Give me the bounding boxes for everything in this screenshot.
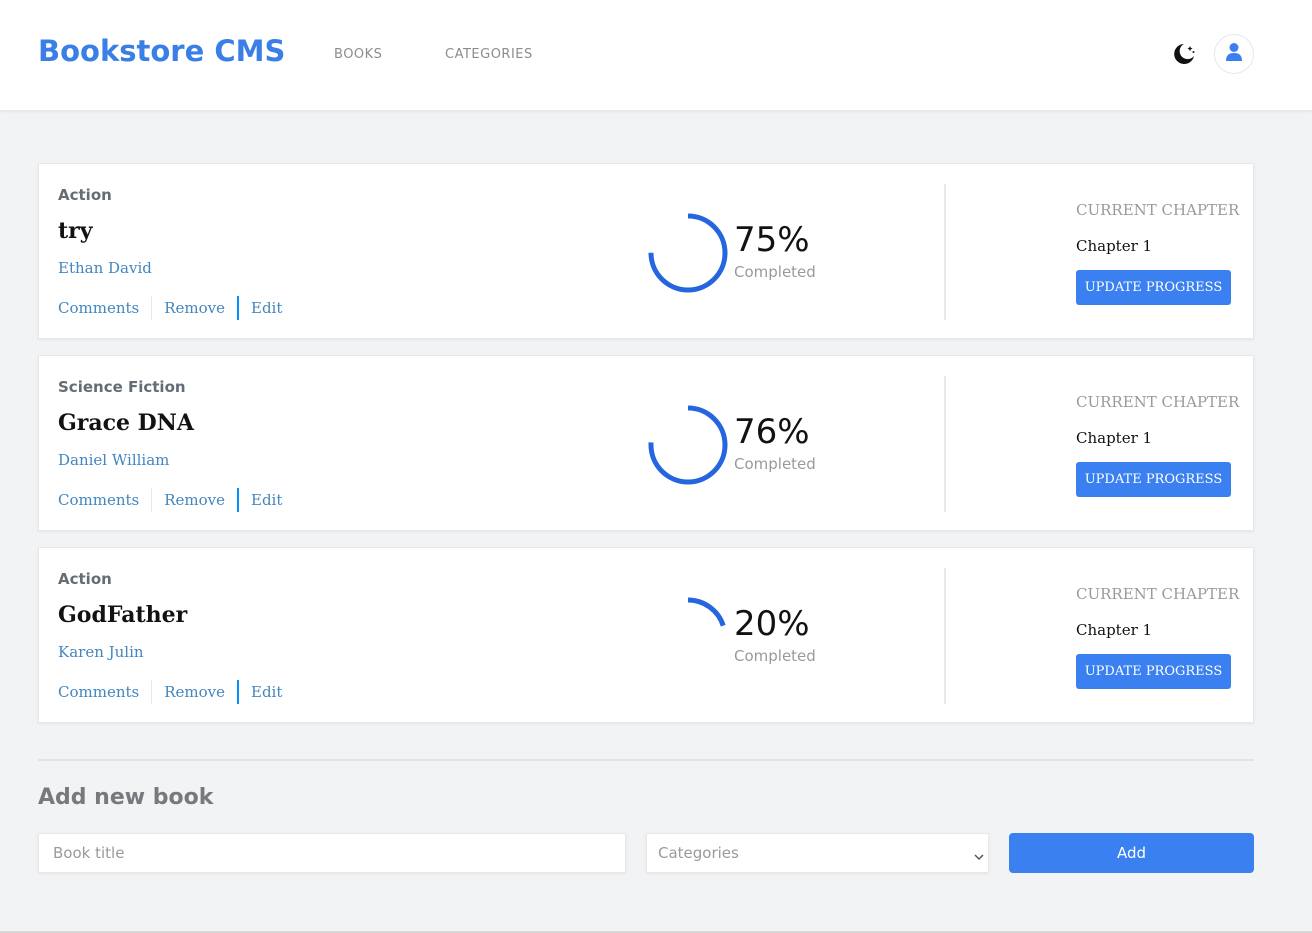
book-actions: Comments Remove Edit [58, 680, 282, 704]
book-actions: Comments Remove Edit [58, 488, 282, 512]
book-genre: Action [58, 570, 112, 588]
current-chapter-value: Chapter 1 [1076, 429, 1153, 447]
section-divider [38, 759, 1254, 761]
vertical-divider [944, 376, 946, 512]
completed-label: Completed [734, 263, 816, 281]
divider [237, 680, 239, 704]
add-book-button[interactable]: Add [1009, 833, 1254, 873]
nav-books[interactable]: BOOKS [334, 47, 382, 62]
edit-button[interactable]: Edit [251, 680, 282, 704]
progress-ring [648, 405, 728, 485]
book-genre: Action [58, 186, 112, 204]
book-author[interactable]: Ethan David [58, 259, 152, 277]
comments-button[interactable]: Comments [58, 680, 139, 704]
category-select-value: Categories [658, 844, 739, 862]
book-title: GodFather [58, 602, 188, 628]
chevron-down-icon [974, 848, 984, 861]
progress-ring [648, 597, 728, 677]
book-card: Action GodFather Karen Julin Comments Re… [38, 547, 1254, 723]
nav-categories[interactable]: CATEGORIES [445, 47, 533, 62]
current-chapter-label: CURRENT CHAPTER [1076, 201, 1240, 219]
current-chapter-label: CURRENT CHAPTER [1076, 393, 1240, 411]
progress-percent: 76% [734, 412, 810, 452]
update-progress-button[interactable]: UPDATE PROGRESS [1076, 270, 1231, 305]
divider [237, 296, 239, 320]
comments-button[interactable]: Comments [58, 296, 139, 320]
page: Bookstore CMS BOOKS CATEGORIES Action tr… [0, 0, 1312, 933]
divider [151, 680, 153, 704]
user-avatar-button[interactable] [1214, 34, 1254, 74]
book-card: Science Fiction Grace DNA Daniel William… [38, 355, 1254, 531]
book-genre: Science Fiction [58, 378, 186, 396]
current-chapter-label: CURRENT CHAPTER [1076, 585, 1240, 603]
brand-logo[interactable]: Bookstore CMS [38, 34, 285, 68]
completed-label: Completed [734, 455, 816, 473]
moon-stars-icon[interactable] [1170, 40, 1198, 68]
progress-ring [648, 213, 728, 293]
progress-percent: 75% [734, 220, 810, 260]
completed-label: Completed [734, 647, 816, 665]
book-title: Grace DNA [58, 410, 194, 436]
vertical-divider [944, 184, 946, 320]
divider [237, 488, 239, 512]
update-progress-button[interactable]: UPDATE PROGRESS [1076, 654, 1231, 689]
remove-button[interactable]: Remove [164, 296, 225, 320]
remove-button[interactable]: Remove [164, 488, 225, 512]
current-chapter-value: Chapter 1 [1076, 621, 1153, 639]
comments-button[interactable]: Comments [58, 488, 139, 512]
remove-button[interactable]: Remove [164, 680, 225, 704]
add-book-heading: Add new book [38, 785, 214, 810]
book-title: try [58, 218, 93, 244]
edit-button[interactable]: Edit [251, 296, 282, 320]
divider [151, 296, 153, 320]
progress-percent: 20% [734, 604, 810, 644]
book-card: Action try Ethan David Comments Remove E… [38, 163, 1254, 339]
category-select[interactable]: Categories [646, 833, 989, 873]
book-title-input[interactable] [38, 833, 626, 873]
edit-button[interactable]: Edit [251, 488, 282, 512]
divider [151, 488, 153, 512]
current-chapter-value: Chapter 1 [1076, 237, 1153, 255]
header: Bookstore CMS BOOKS CATEGORIES [0, 0, 1312, 110]
book-actions: Comments Remove Edit [58, 296, 282, 320]
update-progress-button[interactable]: UPDATE PROGRESS [1076, 462, 1231, 497]
vertical-divider [944, 568, 946, 704]
book-author[interactable]: Karen Julin [58, 643, 144, 661]
book-author[interactable]: Daniel William [58, 451, 169, 469]
user-icon [1225, 42, 1243, 66]
